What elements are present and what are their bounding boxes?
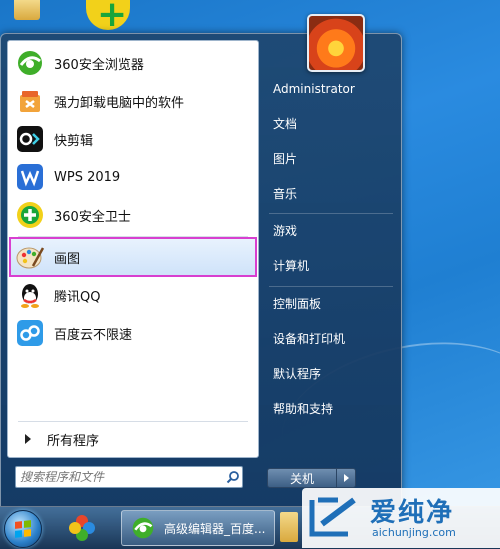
task-label: 高级编辑器_百度... <box>164 521 266 536</box>
right-item-music[interactable]: 音乐 <box>273 184 297 204</box>
program-kuaijianji[interactable]: 快剪辑 <box>11 121 255 157</box>
program-label: 画图 <box>54 251 81 267</box>
watermark-logo-icon <box>309 497 356 537</box>
right-item-games[interactable]: 游戏 <box>273 221 297 241</box>
triangle-right-icon <box>343 474 349 482</box>
search-icon[interactable] <box>224 468 242 486</box>
program-label: 强力卸载电脑中的软件 <box>54 95 185 111</box>
kuaijianji-icon <box>14 123 46 155</box>
program-wps[interactable]: WPS 2019 <box>11 159 255 195</box>
triangle-right-icon <box>25 434 31 444</box>
right-item-devices-printers[interactable]: 设备和打印机 <box>273 329 345 349</box>
all-programs-button[interactable]: 所有程序 <box>11 425 255 453</box>
user-picture[interactable] <box>307 14 365 72</box>
watermark-title: 爱纯净 <box>370 498 455 528</box>
separator <box>18 421 248 422</box>
program-label: 快剪辑 <box>54 133 94 149</box>
desktop-360-icon[interactable] <box>86 0 130 35</box>
program-360-safe[interactable]: 360安全卫士 <box>11 197 255 233</box>
uninstall-icon <box>14 85 46 117</box>
paint-icon <box>14 241 46 273</box>
360-safe-icon <box>14 199 46 231</box>
program-label: 腾讯QQ <box>54 289 101 305</box>
right-item-administrator[interactable]: Administrator <box>273 79 355 99</box>
taskbar-pin-flower[interactable] <box>62 512 102 544</box>
program-360-browser[interactable]: 360安全浏览器 <box>11 45 255 81</box>
wps-icon <box>14 161 46 193</box>
watermark-url: aichunjing.com <box>372 526 456 539</box>
right-item-default-programs[interactable]: 默认程序 <box>273 364 321 384</box>
start-button[interactable] <box>4 510 42 548</box>
right-item-help-support[interactable]: 帮助和支持 <box>273 399 333 419</box>
baidu-cloud-icon <box>14 317 46 349</box>
program-label: 百度云不限速 <box>54 327 133 343</box>
search-box <box>15 466 243 488</box>
right-separator <box>269 286 393 287</box>
program-label: 360安全浏览器 <box>54 57 144 73</box>
colorful-app-icon <box>69 515 95 541</box>
start-menu: 360安全浏览器 强力卸载电脑中的软件 快剪辑 WPS 2019 360安全卫士… <box>0 14 402 507</box>
windows-logo-icon <box>15 520 31 538</box>
program-paint[interactable]: 画图 <box>9 237 257 277</box>
right-separator <box>269 213 393 214</box>
shutdown-button[interactable]: 关机 <box>267 468 337 488</box>
program-qq[interactable]: 腾讯QQ <box>11 277 255 313</box>
360-browser-icon <box>128 513 158 543</box>
search-input[interactable] <box>16 468 224 486</box>
taskbar-folder-icon[interactable] <box>280 512 298 542</box>
program-baidu-cloud[interactable]: 百度云不限速 <box>11 315 255 351</box>
program-label: 360安全卫士 <box>54 209 131 225</box>
right-item-documents[interactable]: 文档 <box>273 114 297 134</box>
right-item-pictures[interactable]: 图片 <box>273 149 297 169</box>
taskbar-task-editor[interactable]: 高级编辑器_百度... <box>121 510 275 546</box>
desktop-folder-icon[interactable] <box>14 0 40 20</box>
qq-icon <box>14 279 46 311</box>
shutdown-options-button[interactable] <box>336 468 356 488</box>
360-browser-icon <box>14 47 46 79</box>
watermark: 爱纯净 aichunjing.com <box>302 488 500 548</box>
all-programs-label: 所有程序 <box>47 433 100 449</box>
right-item-computer[interactable]: 计算机 <box>273 256 309 276</box>
right-item-control-panel[interactable]: 控制面板 <box>273 294 321 314</box>
programs-pane: 360安全浏览器 强力卸载电脑中的软件 快剪辑 WPS 2019 360安全卫士… <box>7 40 259 458</box>
program-uninstall[interactable]: 强力卸载电脑中的软件 <box>11 83 255 119</box>
program-label: WPS 2019 <box>54 169 121 185</box>
separator <box>18 236 248 237</box>
